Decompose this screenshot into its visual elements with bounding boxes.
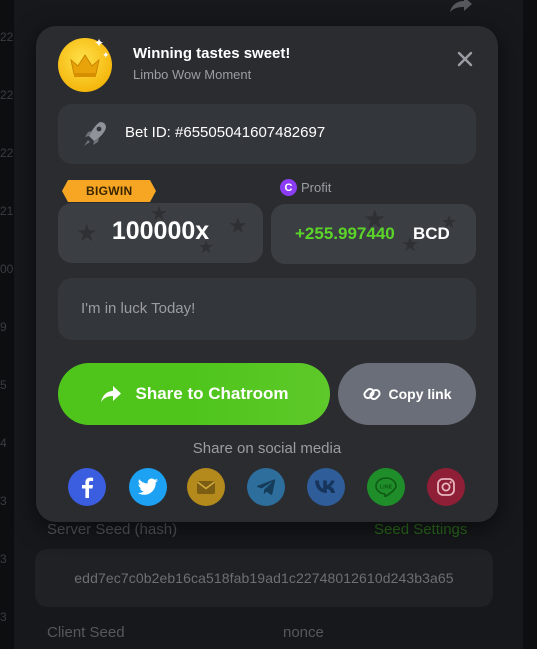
facebook-share-button[interactable] <box>68 468 106 506</box>
server-seed-label: Server Seed (hash) <box>47 521 178 538</box>
share-arrow-icon[interactable] <box>448 0 474 14</box>
twitter-share-button[interactable] <box>129 468 167 506</box>
sparkle-icon: ✦ <box>94 36 105 50</box>
bg-digit: 22 <box>0 146 14 160</box>
line-icon: LINE <box>375 477 397 497</box>
rocket-icon <box>82 120 108 148</box>
crown-avatar: ✦ ✦ <box>58 36 112 92</box>
profit-panel: ★ ★ ★ +255.997440 BCD <box>271 204 476 264</box>
share-button-label: Share to Chatroom <box>135 384 289 403</box>
link-icon <box>363 387 382 401</box>
bg-digit: 9 <box>0 320 7 334</box>
bg-digit: 4 <box>0 436 7 450</box>
profit-currency: BCD <box>413 224 450 243</box>
sparkle-icon: ✦ <box>102 50 110 60</box>
email-icon <box>197 480 215 494</box>
client-seed-label: Client Seed <box>47 624 125 641</box>
bg-digit: 3 <box>0 552 7 566</box>
seed-settings-link[interactable]: Seed Settings <box>374 521 467 538</box>
instagram-icon <box>437 478 455 496</box>
server-seed-hash-field[interactable]: edd7ec7c0b2eb16ca518fab19ad1c22748012610… <box>35 549 493 607</box>
crown-icon <box>70 54 100 77</box>
bg-digit: 3 <box>0 494 7 508</box>
svg-text:LINE: LINE <box>380 485 393 491</box>
vk-share-button[interactable] <box>307 468 345 506</box>
bg-digit: 5 <box>0 378 7 392</box>
email-share-button[interactable] <box>187 468 225 506</box>
copy-link-label: Copy link <box>388 386 452 402</box>
coin-symbol: C <box>284 181 293 194</box>
bg-digit: 00 <box>0 262 14 276</box>
bigwin-badge-label: BIGWIN <box>86 184 133 198</box>
big-win-share-modal: ✦ ✦ Winning tastes sweet! Limbo Wow Mome… <box>36 26 498 522</box>
bg-digit: 21 <box>0 204 14 218</box>
bigwin-badge: BIGWIN <box>61 180 157 202</box>
copy-link-button[interactable]: Copy link <box>338 363 476 425</box>
telegram-icon <box>256 479 276 495</box>
bg-digit: 22 <box>0 88 14 102</box>
modal-subtitle: Limbo Wow Moment <box>133 67 252 82</box>
facebook-icon <box>82 477 94 498</box>
multiplier-value: 100000x <box>111 217 210 245</box>
telegram-share-button[interactable] <box>247 468 285 506</box>
share-arrow-icon <box>101 386 122 402</box>
share-to-chatroom-button[interactable]: Share to Chatroom <box>58 363 330 425</box>
close-button[interactable] <box>454 48 476 70</box>
bg-digit: 3 <box>0 610 7 624</box>
bg-digit: 22 <box>0 30 14 44</box>
profit-label: C Profit <box>280 179 331 196</box>
bet-id-panel: Bet ID: #65505041607482697 <box>58 104 476 164</box>
share-social-heading: Share on social media <box>192 440 342 457</box>
profit-label-text: Profit <box>301 180 332 195</box>
profit-amount: +255.997440 <box>295 224 395 243</box>
share-message-input[interactable]: I'm in luck Today! <box>58 278 476 340</box>
modal-title: Winning tastes sweet! <box>133 45 291 62</box>
server-seed-hash-value: edd7ec7c0b2eb16ca518fab19ad1c22748012610… <box>74 570 454 586</box>
background-left-column: 22 22 22 21 00 9 5 4 3 3 3 <box>0 0 14 649</box>
share-message-placeholder: I'm in luck Today! <box>81 300 196 317</box>
twitter-icon <box>137 478 158 495</box>
instagram-share-button[interactable] <box>427 468 465 506</box>
multiplier-panel: ★ ★ ★ ★ 100000x <box>58 203 263 263</box>
vk-icon <box>315 480 336 493</box>
nonce-label: nonce <box>283 624 324 641</box>
close-icon <box>457 51 473 67</box>
bcd-coin-icon: C <box>280 179 297 196</box>
bet-id-text: Bet ID: #65505041607482697 <box>125 124 326 141</box>
line-share-button[interactable]: LINE <box>367 468 405 506</box>
